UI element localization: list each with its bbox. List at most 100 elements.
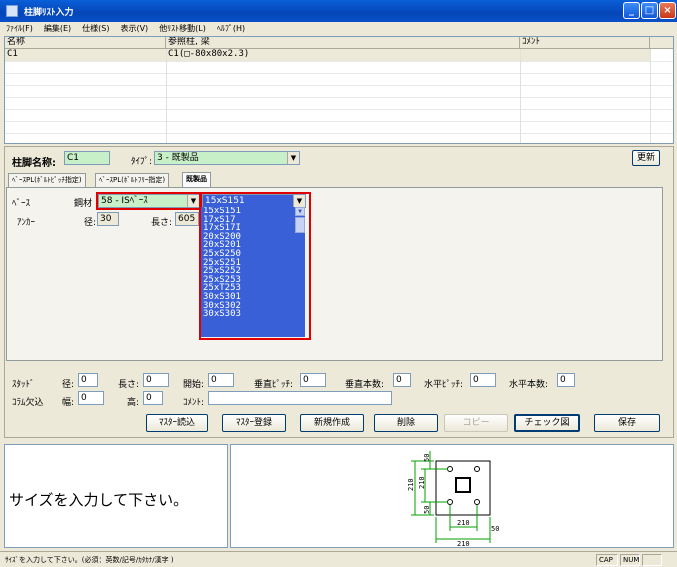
tab-prefab[interactable]: 既製品 — [182, 172, 211, 188]
message-panel: サイズを入力して下さい。 — [4, 444, 228, 548]
type-select[interactable]: 3 - 既製品 ▼ — [154, 151, 300, 165]
grid-line — [5, 109, 673, 110]
tab-base-pl-bolt-pitch[interactable]: ﾍﾞｰｽPL(ﾎﾞﾙﾄﾋﾟｯﾁ指定) — [8, 173, 86, 187]
header-reference[interactable]: 参照柱, 梁 — [166, 37, 520, 49]
grid-line — [5, 73, 673, 74]
menu-other-list[interactable]: 他ﾘｽﾄ移動(L) — [153, 22, 211, 34]
grid-col-line — [650, 49, 651, 143]
menu-bar: ﾌｧｲﾙ(F) 編集(E) 仕様(S) 表示(V) 他ﾘｽﾄ移動(L) ﾍﾙﾌﾟ(H) — [0, 22, 677, 36]
row-reference-cell[interactable]: C1(□-80x80x2.3) — [166, 49, 520, 61]
stud-hcount-label: 水平本数: — [509, 380, 549, 390]
save-button[interactable]: 保存 — [594, 414, 660, 432]
anchor-label: ｱﾝｶｰ — [17, 218, 36, 228]
scroll-thumb[interactable] — [295, 217, 305, 233]
dim-label-210: 210 — [418, 476, 426, 489]
scroll-down-icon[interactable]: ▼ — [295, 207, 305, 216]
size-dropdown-list[interactable]: 15xS151 17xS17 17xS17I 20xS200 20xS201 2… — [201, 207, 305, 337]
base-plate-drawing: 210 210 50 50 210 50 210 — [407, 451, 499, 548]
column-cut-width-input[interactable]: 0 — [78, 391, 104, 405]
type-select-value: 3 - 既製品 — [157, 153, 199, 163]
anchor-diameter-label: 径: — [84, 218, 97, 228]
chevron-down-icon[interactable]: ▼ — [293, 195, 305, 207]
menu-file[interactable]: ﾌｧｲﾙ(F) — [0, 22, 38, 34]
stud-start-input[interactable]: 0 — [208, 373, 234, 387]
list-scrollbar[interactable]: ▲ ▼ — [295, 207, 305, 233]
chevron-down-icon[interactable]: ▼ — [187, 195, 199, 207]
column-outline — [455, 477, 471, 493]
copy-button[interactable]: コピー — [444, 414, 508, 432]
new-button[interactable]: 新規作成 — [300, 414, 364, 432]
stud-hpitch-input[interactable]: 0 — [470, 373, 496, 387]
grid-col-line — [166, 49, 167, 143]
message-text: サイズを入力して下さい。 — [9, 491, 189, 509]
dim-label-50: 50 — [491, 525, 499, 533]
status-bar: ｻｲｽﾞを入力して下さい。(必須：英数/記号/ｶﾀｶﾅ/漢字 ) CAP NUM — [0, 551, 677, 567]
column-base-grid[interactable]: 名称 参照柱, 梁 ｺﾒﾝﾄ C1 C1(□-80x80x2.3) — [4, 36, 674, 144]
stud-length-input[interactable]: 0 — [143, 373, 169, 387]
grid-col-line — [520, 49, 521, 143]
stud-vcount-label: 垂直本数: — [345, 380, 385, 390]
maximize-button[interactable]: □ — [641, 2, 658, 19]
anchor-length-field: 605 — [175, 212, 199, 226]
menu-spec[interactable]: 仕様(S) — [76, 22, 114, 34]
grid-line — [5, 133, 673, 134]
header-name[interactable]: 名称 — [5, 37, 166, 49]
stud-hcount-input[interactable]: 0 — [557, 373, 575, 387]
stud-start-label: 開始: — [183, 380, 205, 390]
check-diagram-button[interactable]: チェック図 — [514, 414, 580, 432]
column-base-name-label: 柱脚名称: — [12, 158, 56, 169]
row-comment-cell[interactable] — [520, 49, 650, 61]
preview-panel: 210 210 50 50 210 50 210 — [230, 444, 674, 548]
type-label: ﾀｲﾌﾟ: — [131, 157, 153, 167]
column-cut-height-label: 高: — [127, 398, 140, 408]
stud-hpitch-label: 水平ﾋﾟｯﾁ: — [424, 380, 464, 390]
stud-length-label: 長さ: — [118, 380, 140, 390]
stud-vpitch-label: 垂直ﾋﾟｯﾁ: — [254, 380, 294, 390]
close-button[interactable]: × — [659, 2, 676, 19]
column-base-name-input[interactable]: C1 — [64, 151, 110, 165]
column-cut-width-label: 幅: — [62, 398, 75, 408]
status-num: NUM — [620, 554, 640, 566]
dim-label-210: 210 — [457, 519, 470, 527]
list-item[interactable]: 30xS303 — [203, 310, 305, 319]
header-comment[interactable]: ｺﾒﾝﾄ — [520, 37, 650, 49]
title-bar: 柱脚ﾘｽﾄ入力 _ □ × — [0, 0, 677, 22]
status-pane-blank — [642, 554, 662, 566]
menu-help[interactable]: ﾍﾙﾌﾟ(H) — [211, 22, 250, 34]
delete-button[interactable]: 削除 — [374, 414, 438, 432]
bolt-hole — [447, 466, 453, 472]
dim-label-210: 210 — [457, 540, 470, 548]
chevron-down-icon[interactable]: ▼ — [287, 152, 299, 164]
status-text: ｻｲｽﾞを入力して下さい。(必須：英数/記号/ｶﾀｶﾅ/漢字 ) — [5, 556, 174, 564]
steel-label: 鋼材 — [74, 199, 93, 209]
base-label: ﾍﾞｰｽ — [12, 199, 31, 209]
stud-diameter-input[interactable]: 0 — [78, 373, 98, 387]
column-cut-height-input[interactable]: 0 — [143, 391, 163, 405]
bolt-hole — [474, 466, 480, 472]
master-load-button[interactable]: ﾏｽﾀｰ読込 — [146, 414, 208, 432]
dim-label-50: 50 — [423, 454, 431, 462]
stud-label: ｽﾀｯﾄﾞ — [12, 380, 35, 390]
header-blank — [650, 37, 673, 49]
stud-vpitch-input[interactable]: 0 — [300, 373, 326, 387]
dim-label-210: 210 — [407, 478, 415, 491]
grid-line — [5, 97, 673, 98]
grid-line — [5, 121, 673, 122]
grid-line — [5, 61, 673, 62]
size-select[interactable]: 15xS151 ▼ — [202, 194, 306, 208]
window-title: 柱脚ﾘｽﾄ入力 — [24, 8, 74, 18]
stud-vcount-input[interactable]: 0 — [393, 373, 411, 387]
steel-select[interactable]: 58 - ISﾍﾞｰｽ ▼ — [98, 194, 200, 208]
menu-edit[interactable]: 編集(E) — [38, 22, 76, 34]
anchor-diameter-field: 30 — [97, 212, 119, 226]
master-register-button[interactable]: ﾏｽﾀｰ登録 — [222, 414, 286, 432]
minimize-button[interactable]: _ — [623, 2, 640, 19]
grid-line — [5, 85, 673, 86]
update-button[interactable]: 更新 — [632, 150, 660, 166]
bolt-hole — [474, 499, 480, 505]
menu-view[interactable]: 表示(V) — [114, 22, 153, 34]
comment-input[interactable] — [208, 391, 392, 405]
column-cut-label: ｺﾗﾑ欠込 — [12, 398, 44, 408]
row-name-cell[interactable]: C1 — [5, 49, 165, 61]
tab-base-pl-bolt-free[interactable]: ﾍﾞｰｽPL(ﾎﾞﾙﾄﾌﾘｰ指定) — [95, 173, 170, 187]
